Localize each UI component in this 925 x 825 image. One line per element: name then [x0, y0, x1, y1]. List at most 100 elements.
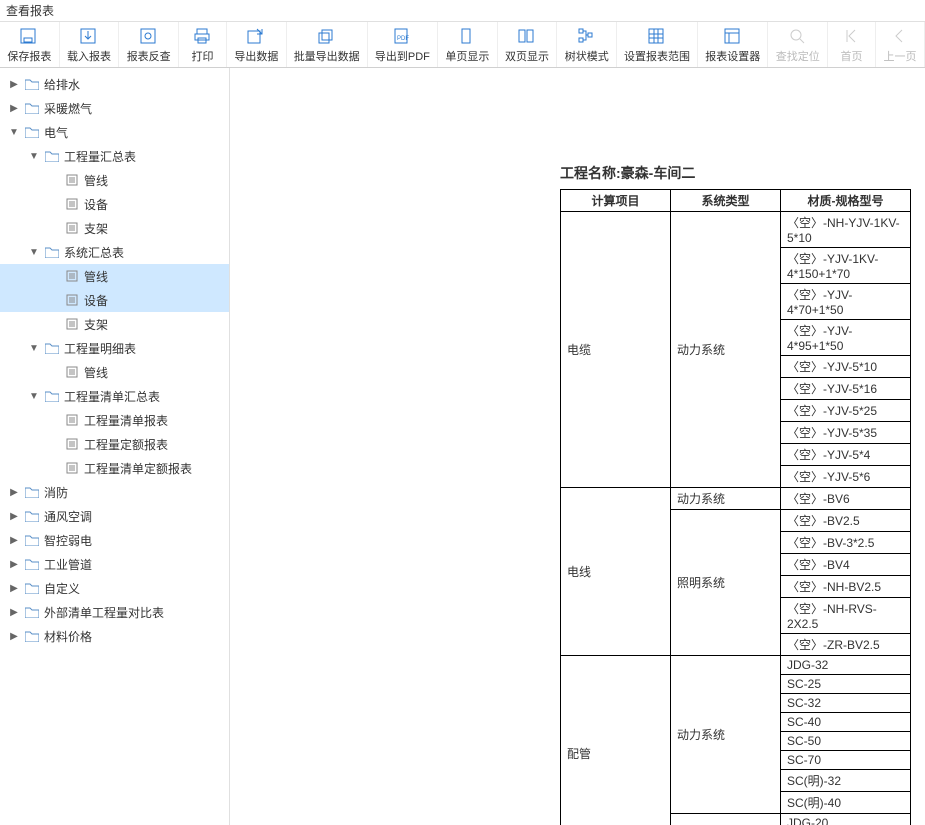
tree-node[interactable]: ▶外部清单工程量对比表	[0, 600, 229, 624]
print-button[interactable]: 打印	[179, 22, 227, 67]
tree-mode-icon	[578, 26, 596, 46]
tree-toggle-icon[interactable]: ▼	[8, 127, 20, 138]
spec-cell: JDG-20	[781, 814, 911, 825]
folder-icon	[24, 580, 40, 596]
tree-node[interactable]: 管线	[0, 168, 229, 192]
tree-mode-button[interactable]: 树状模式	[557, 22, 617, 67]
tree-toggle-icon[interactable]: ▶	[8, 487, 20, 498]
spec-cell: 〈空〉-ZR-BV2.5	[781, 634, 911, 656]
tree-node[interactable]: ▼工程量清单汇总表	[0, 384, 229, 408]
tree-node[interactable]: 管线	[0, 264, 229, 288]
tree-label: 工程量清单报表	[84, 412, 168, 429]
table-row: 配管动力系统JDG-32	[561, 656, 911, 675]
batch-export-button[interactable]: 批量导出数据	[287, 22, 368, 67]
doc-icon	[64, 364, 80, 380]
tree-node[interactable]: 工程量清单定额报表	[0, 456, 229, 480]
designer-button[interactable]: 报表设置器	[698, 22, 768, 67]
tree-label: 设备	[84, 196, 108, 213]
toolbar-label: 首页	[841, 48, 863, 64]
tree-toggle-icon[interactable]: ▼	[28, 247, 40, 258]
tree-node[interactable]: 管线	[0, 360, 229, 384]
tree-node[interactable]: ▶给排水	[0, 72, 229, 96]
tree-node[interactable]: ▶ 材料价格	[0, 624, 229, 648]
tree-toggle-icon[interactable]: ▶	[8, 79, 20, 90]
load-button[interactable]: 载入报表	[60, 22, 120, 67]
recheck-button[interactable]: 报表反查	[119, 22, 179, 67]
tree-label: 消防	[44, 484, 68, 501]
toolbar-label: 树状模式	[565, 48, 609, 64]
tree-label: 采暖燃气	[44, 100, 92, 117]
tree-label: 工程量汇总表	[64, 148, 136, 165]
table-header: 系统类型	[671, 190, 781, 212]
tree-node[interactable]: ▶ 智控弱电	[0, 528, 229, 552]
toolbar-label: 载入报表	[67, 48, 111, 64]
tree-node[interactable]: ▼工程量明细表	[0, 336, 229, 360]
tree-node[interactable]: 工程量清单报表	[0, 408, 229, 432]
sys-cell: 照明系统	[671, 814, 781, 825]
tree-node[interactable]: ▶ 工业管道	[0, 552, 229, 576]
spec-cell: SC-32	[781, 694, 911, 713]
tree-node[interactable]: ▶ 采暖燃气	[0, 96, 229, 120]
folder-icon	[24, 100, 40, 116]
print-icon	[194, 26, 212, 46]
tree-toggle-icon[interactable]: ▼	[28, 391, 40, 402]
tree-node[interactable]: ▶ 消防	[0, 480, 229, 504]
tree-toggle-icon[interactable]: ▶	[8, 607, 20, 618]
folder-icon	[24, 556, 40, 572]
spec-cell: JDG-32	[781, 656, 911, 675]
save-button[interactable]: 保存报表	[0, 22, 60, 67]
table-row: 电缆动力系统〈空〉-NH-YJV-1KV-5*10	[561, 212, 911, 248]
set-range-icon	[648, 26, 666, 46]
tree-node[interactable]: ▶自定义	[0, 576, 229, 600]
tree-toggle-icon[interactable]: ▼	[28, 151, 40, 162]
tree-toggle-icon[interactable]: ▶	[8, 535, 20, 546]
single-page-button[interactable]: 单页显示	[438, 22, 498, 67]
folder-icon	[24, 124, 40, 140]
sys-cell: 动力系统	[671, 656, 781, 814]
tree-node[interactable]: ▼电气	[0, 120, 229, 144]
tree-label: 通风空调	[44, 508, 92, 525]
folder-icon	[24, 484, 40, 500]
tree-node[interactable]: 工程量定额报表	[0, 432, 229, 456]
tree-node[interactable]: ▼系统汇总表	[0, 240, 229, 264]
doc-icon	[64, 412, 80, 428]
tree-label: 工业管道	[44, 556, 92, 573]
export-button[interactable]: 导出数据	[227, 22, 287, 67]
tree-node[interactable]: 支架	[0, 216, 229, 240]
tree-node[interactable]: 设备	[0, 288, 229, 312]
calc-cell: 配管	[561, 656, 671, 825]
spec-cell: 〈空〉-NH-RVS-2X2.5	[781, 598, 911, 634]
spec-cell: SC(明)-40	[781, 792, 911, 814]
tree-toggle-icon[interactable]: ▶	[8, 103, 20, 114]
export-icon	[247, 26, 265, 46]
save-icon	[20, 26, 38, 46]
spec-cell: 〈空〉-BV4	[781, 554, 911, 576]
double-page-icon	[518, 26, 536, 46]
doc-icon	[64, 220, 80, 236]
spec-cell: SC(明)-32	[781, 770, 911, 792]
first-icon	[843, 26, 861, 46]
svg-text:PDF: PDF	[397, 36, 409, 42]
tree-node[interactable]: 设备	[0, 192, 229, 216]
tree-label: 管线	[84, 364, 108, 381]
table-header: 材质-规格型号	[781, 190, 911, 212]
double-page-button[interactable]: 双页显示	[498, 22, 558, 67]
export-pdf-button[interactable]: PDF导出到PDF	[368, 22, 438, 67]
folder-icon	[44, 148, 60, 164]
tree-toggle-icon[interactable]: ▶	[8, 511, 20, 522]
tree-toggle-icon[interactable]: ▶	[8, 631, 20, 642]
set-range-button[interactable]: 设置报表范围	[617, 22, 698, 67]
folder-icon	[24, 628, 40, 644]
tree-label: 智控弱电	[44, 532, 92, 549]
tree-node[interactable]: ▼ 工程量汇总表	[0, 144, 229, 168]
tree-toggle-icon[interactable]: ▶	[8, 583, 20, 594]
spec-cell: SC-70	[781, 751, 911, 770]
report-title: 工程名称:豪森-车间二	[560, 163, 911, 183]
toolbar-label: 打印	[192, 48, 214, 64]
tree-node[interactable]: ▶ 通风空调	[0, 504, 229, 528]
tree-label: 材料价格	[44, 628, 92, 645]
tree-toggle-icon[interactable]: ▼	[28, 343, 40, 354]
locate-icon	[789, 26, 807, 46]
tree-toggle-icon[interactable]: ▶	[8, 559, 20, 570]
tree-node[interactable]: 支架	[0, 312, 229, 336]
